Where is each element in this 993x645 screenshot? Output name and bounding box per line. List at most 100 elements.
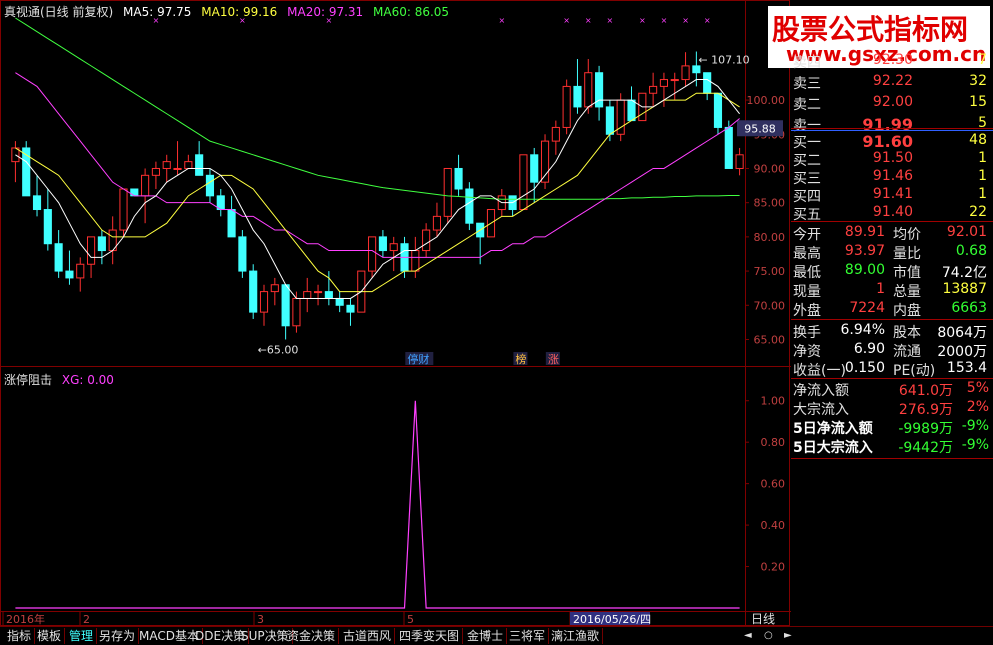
toolbar-tab[interactable]: 指标 bbox=[4, 628, 36, 644]
chart-area[interactable]: 100.0095.0090.0085.0080.0075.0070.0065.0… bbox=[0, 0, 791, 626]
toolbar-tab[interactable]: 漓江渔歌 bbox=[548, 628, 604, 644]
candle-body-up bbox=[432, 215, 442, 231]
quote-row: 现量 1 总量 13887 bbox=[791, 281, 993, 300]
top-signal-mark: × bbox=[498, 16, 505, 25]
candle-body-down bbox=[724, 126, 733, 169]
candle-body-down bbox=[205, 174, 215, 197]
buy-level-price: 91.60 bbox=[862, 132, 913, 151]
toolbar-tab[interactable]: 管理 bbox=[66, 628, 98, 644]
candle-body-up bbox=[313, 291, 323, 294]
nav-next-icon[interactable]: ► bbox=[784, 628, 792, 644]
candle-body-down bbox=[54, 243, 63, 272]
quote-label: 今开 bbox=[793, 227, 821, 243]
fund-flow-value: -9989万 bbox=[898, 421, 953, 437]
candle-body-up bbox=[76, 263, 85, 279]
sell-level-price: 92.30 bbox=[872, 52, 913, 68]
toolbar-tab[interactable]: 另存为 bbox=[96, 628, 140, 644]
quote-row: 今开 89.91 均价 92.01 bbox=[791, 224, 993, 243]
toolbar-tab[interactable]: 三将军 bbox=[506, 628, 550, 644]
sell-level-row: 卖二 92.00 15 bbox=[791, 94, 993, 113]
fund-flow-value: 641.0万 bbox=[898, 383, 953, 399]
toolbar-tab[interactable]: 古道西风 bbox=[340, 628, 396, 644]
stock-title: 真视通(日线 前复权) bbox=[4, 5, 114, 19]
candle-body-down bbox=[713, 92, 723, 128]
candle-body-up bbox=[551, 126, 560, 142]
buy-level-label: 买四 bbox=[793, 189, 821, 205]
price-tick-label: 80.00 bbox=[754, 231, 786, 244]
fundamental-label: 流通 bbox=[893, 344, 921, 360]
candle-body-up bbox=[443, 167, 452, 217]
bottom-toolbar: 指标 模板 管理 另存为 MACD基本 DDE决策 SUP决策 资金决策 古道西风 四季变天图 金博… bbox=[0, 626, 993, 645]
current-price-label: 95.88 bbox=[744, 122, 776, 135]
toolbar-tab[interactable]: 资金决策 bbox=[284, 628, 340, 644]
buy-level-price: 91.50 bbox=[872, 150, 913, 166]
fundamental-label: PE(动) bbox=[893, 363, 936, 379]
candle-body-down bbox=[281, 284, 290, 327]
price-tick-label: 75.00 bbox=[754, 265, 786, 278]
fundamental-row: 换手 6.94% 股本 8064万 bbox=[791, 322, 993, 341]
fundamental-value: 153.4 bbox=[946, 360, 987, 376]
quote-label: 均价 bbox=[893, 227, 921, 243]
quote-value: 89.00 bbox=[844, 262, 885, 278]
candle-body-up bbox=[119, 188, 128, 231]
quote-row: 最高 93.97 量比 0.68 bbox=[791, 243, 993, 262]
sell-level-volume: 15 bbox=[969, 94, 987, 110]
toolbar-tab[interactable]: 模板 bbox=[34, 628, 66, 644]
fundamental-label: 股本 bbox=[893, 325, 921, 341]
fund-flow-percent: -9% bbox=[961, 437, 989, 453]
price-tick-label: 70.00 bbox=[754, 299, 786, 312]
candle-body-down bbox=[43, 209, 52, 245]
fund-flow-value: 276.9万 bbox=[898, 402, 953, 418]
quote-label: 量比 bbox=[893, 246, 921, 262]
quote-label: 最高 bbox=[793, 246, 821, 262]
buy-level-row: 买四 91.41 1 bbox=[791, 186, 993, 205]
fund-flow-percent: 5% bbox=[966, 380, 989, 396]
buy-level-row: 买一 91.60 48 bbox=[791, 132, 993, 151]
quote-value: 92.01 bbox=[946, 224, 987, 240]
fund-flow-label: 5日净流入额 bbox=[793, 421, 873, 437]
candle-body-up bbox=[735, 154, 744, 169]
date-label: 2 bbox=[83, 613, 90, 626]
buy-level-volume: 1 bbox=[978, 168, 987, 184]
candle-body-down bbox=[97, 236, 106, 252]
candle-body-up bbox=[659, 79, 669, 87]
event-mark-label: 榜 bbox=[515, 352, 526, 366]
xg-label: XG: 0.00 bbox=[61, 373, 114, 387]
candle-body-up bbox=[411, 250, 420, 272]
candle-body-down bbox=[378, 236, 387, 252]
quote-row: 外盘 7224 内盘 6663 bbox=[791, 300, 993, 319]
buy-level-price: 91.40 bbox=[872, 204, 913, 220]
nav-prev-icon[interactable]: ◄ bbox=[744, 628, 752, 644]
panel-divider bbox=[791, 319, 993, 320]
sell-level-volume: 32 bbox=[969, 73, 987, 89]
candle-body-down bbox=[324, 291, 333, 299]
candle-body-up bbox=[162, 161, 171, 169]
candle-body-up bbox=[173, 167, 182, 170]
fundamental-value: 2000万 bbox=[937, 344, 987, 360]
candle-body-down bbox=[65, 270, 74, 279]
buy-level-label: 买三 bbox=[793, 171, 821, 187]
candle-body-up bbox=[141, 174, 150, 197]
toolbar-tab[interactable]: 四季变天图 bbox=[396, 628, 464, 644]
candle-body-up bbox=[519, 154, 528, 211]
date-label: 2016年 bbox=[6, 612, 45, 626]
fund-flow-percent: -9% bbox=[961, 418, 989, 434]
candle-body-up bbox=[270, 284, 279, 293]
top-signal-mark: × bbox=[639, 16, 646, 25]
price-tick-label: 100.00 bbox=[747, 94, 786, 107]
nav-home-icon[interactable]: ○ bbox=[764, 628, 773, 644]
fundamental-value: 0.150 bbox=[844, 360, 885, 376]
toolbar-tab[interactable]: 金博士 bbox=[464, 628, 508, 644]
buy-level-label: 买一 bbox=[793, 135, 821, 151]
candle-body-down bbox=[573, 85, 582, 108]
fund-flow-percent: 2% bbox=[966, 399, 989, 415]
sell-level-label: 卖三 bbox=[793, 76, 821, 92]
fundamental-row: 净资 6.90 流通 2000万 bbox=[791, 341, 993, 360]
sell-level-price: 92.22 bbox=[872, 73, 913, 89]
candle-body-down bbox=[249, 270, 258, 313]
price-tick-label: 65.00 bbox=[754, 333, 786, 346]
candle-body-down bbox=[605, 106, 614, 135]
quote-value: 7224 bbox=[849, 300, 885, 316]
quote-value: 6663 bbox=[951, 300, 987, 316]
top-signal-mark: × bbox=[607, 16, 614, 25]
